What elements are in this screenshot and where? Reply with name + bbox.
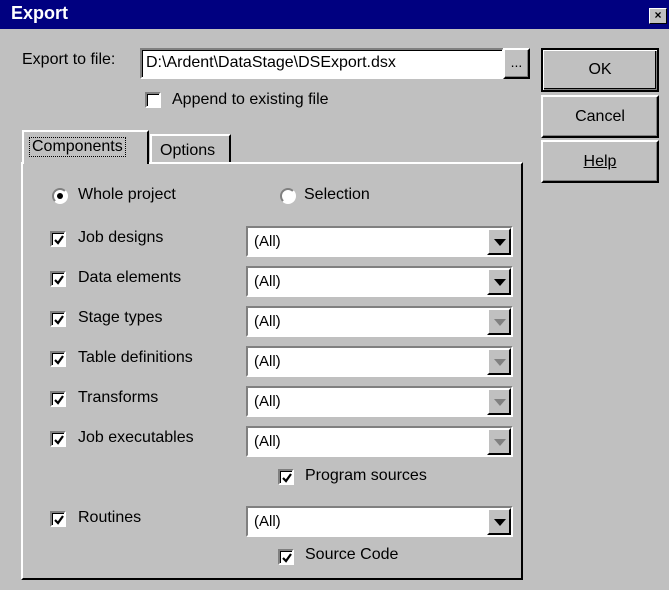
routines-label: Routines bbox=[78, 509, 142, 526]
radio-dot-icon bbox=[57, 193, 63, 199]
checkmark-icon bbox=[54, 275, 64, 285]
routines-select[interactable]: (All) bbox=[246, 506, 513, 537]
data-elements-checkbox[interactable] bbox=[50, 271, 66, 287]
tab-components[interactable]: Components bbox=[22, 130, 149, 164]
stage-types-label: Stage types bbox=[78, 309, 163, 326]
table-definitions-select: (All) bbox=[246, 346, 513, 377]
job-executables-label: Job executables bbox=[78, 429, 194, 446]
ok-button[interactable]: OK bbox=[541, 48, 659, 92]
checkmark-icon bbox=[54, 235, 64, 245]
select-value: (All) bbox=[254, 273, 281, 290]
select-value: (All) bbox=[254, 353, 281, 370]
selection-label: Selection bbox=[304, 186, 370, 203]
table-definitions-label: Table definitions bbox=[78, 349, 193, 366]
close-icon[interactable]: × bbox=[649, 8, 667, 24]
append-label: Append to existing file bbox=[172, 91, 329, 109]
export-to-file-label: Export to file: bbox=[22, 51, 116, 68]
checkmark-icon bbox=[54, 355, 64, 365]
routines-checkbox[interactable] bbox=[50, 511, 66, 527]
tab-options-label: Options bbox=[160, 142, 216, 159]
export-path-value: D:\Ardent\DataStage\DSExport.dsx bbox=[146, 54, 396, 71]
checkmark-icon bbox=[54, 515, 64, 525]
whole-project-radio[interactable] bbox=[52, 188, 68, 204]
help-button-label: Help bbox=[583, 153, 617, 170]
whole-project-label: Whole project bbox=[78, 186, 176, 203]
transforms-label: Transforms bbox=[78, 389, 159, 406]
checkmark-icon bbox=[54, 315, 64, 325]
checkmark-icon bbox=[54, 435, 64, 445]
source-code-checkbox[interactable] bbox=[278, 549, 294, 565]
title-bar bbox=[0, 0, 669, 29]
select-value: (All) bbox=[254, 393, 281, 410]
chevron-down-icon bbox=[487, 428, 511, 455]
stage-types-select: (All) bbox=[246, 306, 513, 337]
job-designs-label: Job designs bbox=[78, 229, 164, 246]
chevron-down-icon bbox=[487, 308, 511, 335]
chevron-down-icon bbox=[487, 348, 511, 375]
chevron-down-icon[interactable] bbox=[487, 508, 511, 535]
selection-radio[interactable] bbox=[280, 188, 296, 204]
job-designs-select[interactable]: (All) bbox=[246, 226, 513, 257]
help-button[interactable]: Help bbox=[541, 140, 659, 183]
job-designs-checkbox[interactable] bbox=[50, 231, 66, 247]
chevron-down-icon bbox=[487, 388, 511, 415]
stage-types-checkbox[interactable] bbox=[50, 311, 66, 327]
job-executables-checkbox[interactable] bbox=[50, 431, 66, 447]
checkmark-icon bbox=[282, 473, 292, 483]
window-title: Export bbox=[11, 3, 69, 23]
table-definitions-checkbox[interactable] bbox=[50, 351, 66, 367]
append-checkbox[interactable] bbox=[145, 92, 161, 108]
checkmark-icon bbox=[54, 395, 64, 405]
select-value: (All) bbox=[254, 233, 281, 250]
program-sources-label: Program sources bbox=[305, 467, 427, 484]
select-value: (All) bbox=[254, 513, 281, 530]
tab-options[interactable]: Options bbox=[150, 134, 231, 164]
job-executables-select: (All) bbox=[246, 426, 513, 457]
browse-button[interactable]: ... bbox=[503, 48, 530, 79]
select-value: (All) bbox=[254, 433, 281, 450]
program-sources-checkbox[interactable] bbox=[278, 469, 294, 485]
data-elements-label: Data elements bbox=[78, 269, 182, 286]
export-path-input[interactable]: D:\Ardent\DataStage\DSExport.dsx bbox=[140, 48, 504, 79]
transforms-select: (All) bbox=[246, 386, 513, 417]
chevron-down-icon[interactable] bbox=[487, 228, 511, 255]
data-elements-select[interactable]: (All) bbox=[246, 266, 513, 297]
tab-components-label: Components bbox=[29, 137, 126, 157]
checkmark-icon bbox=[282, 553, 292, 563]
select-value: (All) bbox=[254, 313, 281, 330]
transforms-checkbox[interactable] bbox=[50, 391, 66, 407]
cancel-button[interactable]: Cancel bbox=[541, 95, 659, 138]
chevron-down-icon[interactable] bbox=[487, 268, 511, 295]
append-label-text: Append to existing file bbox=[172, 91, 329, 108]
source-code-label: Source Code bbox=[305, 546, 399, 563]
